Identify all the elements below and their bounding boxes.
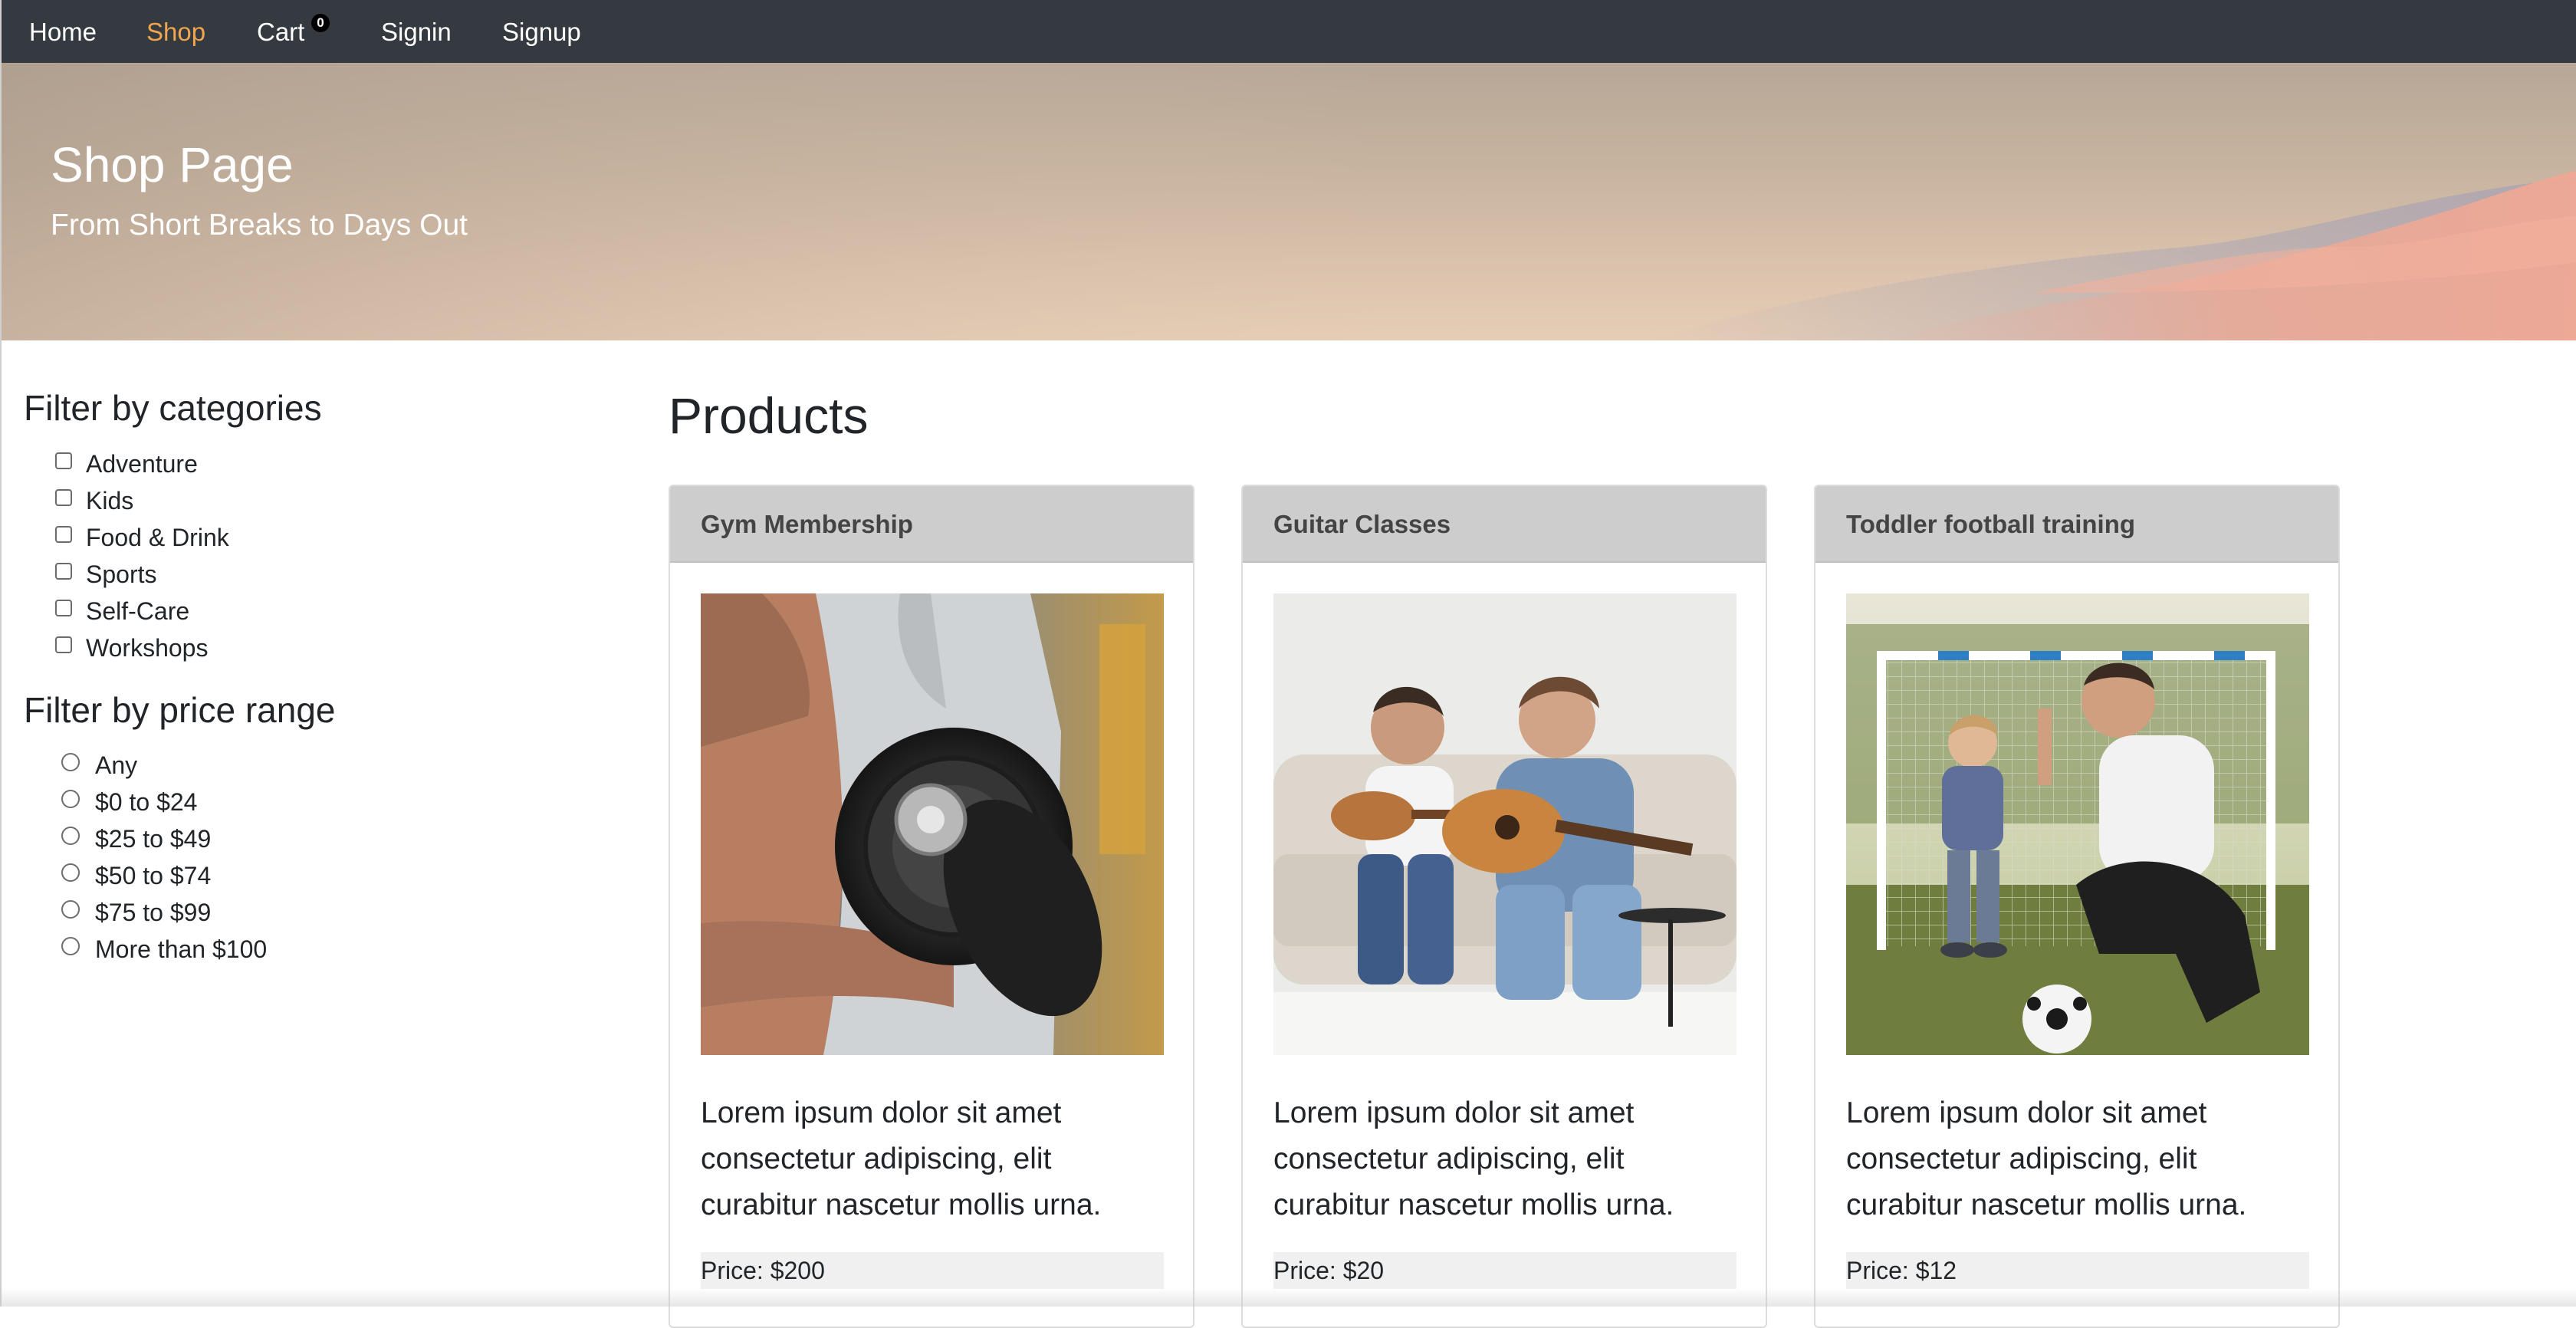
viewport-bottom-shadow [0, 1288, 2576, 1307]
product-description: Lorem ipsum dolor sit amet consectetur a… [1273, 1096, 1674, 1221]
product-card-football[interactable]: Toddler football training Lorem ipsum do… [1814, 485, 2340, 1328]
checkbox-icon[interactable] [55, 489, 72, 506]
checkbox-icon[interactable] [55, 452, 72, 469]
nav-link-signup[interactable]: Signup [502, 0, 581, 63]
nav-link-shop[interactable]: Shop [146, 0, 205, 63]
product-title[interactable]: Gym Membership [670, 486, 1193, 563]
price-filter-heading: Filter by price range [24, 690, 336, 730]
category-option-label: Sports [86, 560, 157, 588]
product-card-gym[interactable]: Gym Membership Lorem ipsum dolor sit ame… [669, 485, 1194, 1328]
product-price: Price: $200 [701, 1252, 1164, 1289]
product-title[interactable]: Toddler football training [1815, 486, 2338, 563]
product-image-dumbbell[interactable] [701, 593, 1164, 1055]
checkbox-icon[interactable] [55, 563, 72, 580]
sky-background-image [2, 63, 2576, 340]
price-option-50-74[interactable]: $50 to $74 [61, 857, 211, 894]
product-description: Lorem ipsum dolor sit amet consectetur a… [701, 1096, 1102, 1221]
category-option-self-care[interactable]: Self-Care [55, 593, 189, 629]
product-price: Price: $20 [1273, 1252, 1737, 1289]
category-option-adventure[interactable]: Adventure [55, 445, 198, 482]
page-subtitle: From Short Breaks to Days Out [51, 209, 468, 242]
cart-count-badge: 0 [311, 14, 330, 32]
nav-link-signin[interactable]: Signin [381, 0, 452, 63]
price-option-25-49[interactable]: $25 to $49 [61, 820, 211, 857]
product-description: Lorem ipsum dolor sit amet consectetur a… [1846, 1096, 2247, 1221]
price-option-label: $0 to $24 [95, 787, 198, 816]
price-option-0-24[interactable]: $0 to $24 [61, 784, 197, 820]
product-card-guitar[interactable]: Guitar Classes Lorem ipsum dolor sit ame… [1241, 485, 1767, 1328]
category-option-sports[interactable]: Sports [55, 556, 156, 593]
page-left-border [0, 340, 2, 1307]
price-option-label: $50 to $74 [95, 861, 212, 889]
radio-icon[interactable] [61, 900, 80, 919]
category-option-kids[interactable]: Kids [55, 482, 133, 519]
category-option-label: Kids [86, 486, 134, 514]
price-option-any[interactable]: Any [61, 747, 137, 784]
price-option-75-99[interactable]: $75 to $99 [61, 894, 211, 931]
category-option-label: Food & Drink [86, 523, 229, 551]
price-option-label: Any [95, 751, 138, 779]
category-option-label: Adventure [86, 449, 198, 478]
category-option-food-drink[interactable]: Food & Drink [55, 519, 229, 556]
product-title[interactable]: Guitar Classes [1243, 486, 1766, 563]
category-filter-heading: Filter by categories [24, 388, 322, 428]
hero-banner: Shop Page From Short Breaks to Days Out [0, 63, 2576, 340]
product-image-guitar-lesson[interactable] [1273, 593, 1737, 1055]
nav-link-cart[interactable]: Cart [257, 0, 304, 63]
radio-icon[interactable] [61, 790, 80, 808]
product-image-football-training[interactable] [1846, 593, 2309, 1055]
radio-icon[interactable] [61, 827, 80, 845]
checkbox-icon[interactable] [55, 526, 72, 543]
category-option-label: Self-Care [86, 597, 190, 625]
category-option-label: Workshops [86, 633, 209, 662]
radio-icon[interactable] [61, 863, 80, 882]
price-option-label: $25 to $49 [95, 824, 212, 853]
product-price: Price: $12 [1846, 1252, 2309, 1289]
radio-icon[interactable] [61, 753, 80, 771]
products-heading: Products [669, 387, 869, 444]
nav-link-home[interactable]: Home [29, 0, 97, 63]
radio-icon[interactable] [61, 937, 80, 955]
checkbox-icon[interactable] [55, 636, 72, 653]
price-option-label: More than $100 [95, 935, 268, 963]
price-option-label: $75 to $99 [95, 898, 212, 926]
checkbox-icon[interactable] [55, 600, 72, 616]
page-title: Shop Page [51, 137, 294, 192]
top-navbar: Home Shop Cart 0 Signin Signup [0, 0, 2576, 63]
category-option-workshops[interactable]: Workshops [55, 629, 208, 666]
price-option-100-plus[interactable]: More than $100 [61, 931, 267, 968]
